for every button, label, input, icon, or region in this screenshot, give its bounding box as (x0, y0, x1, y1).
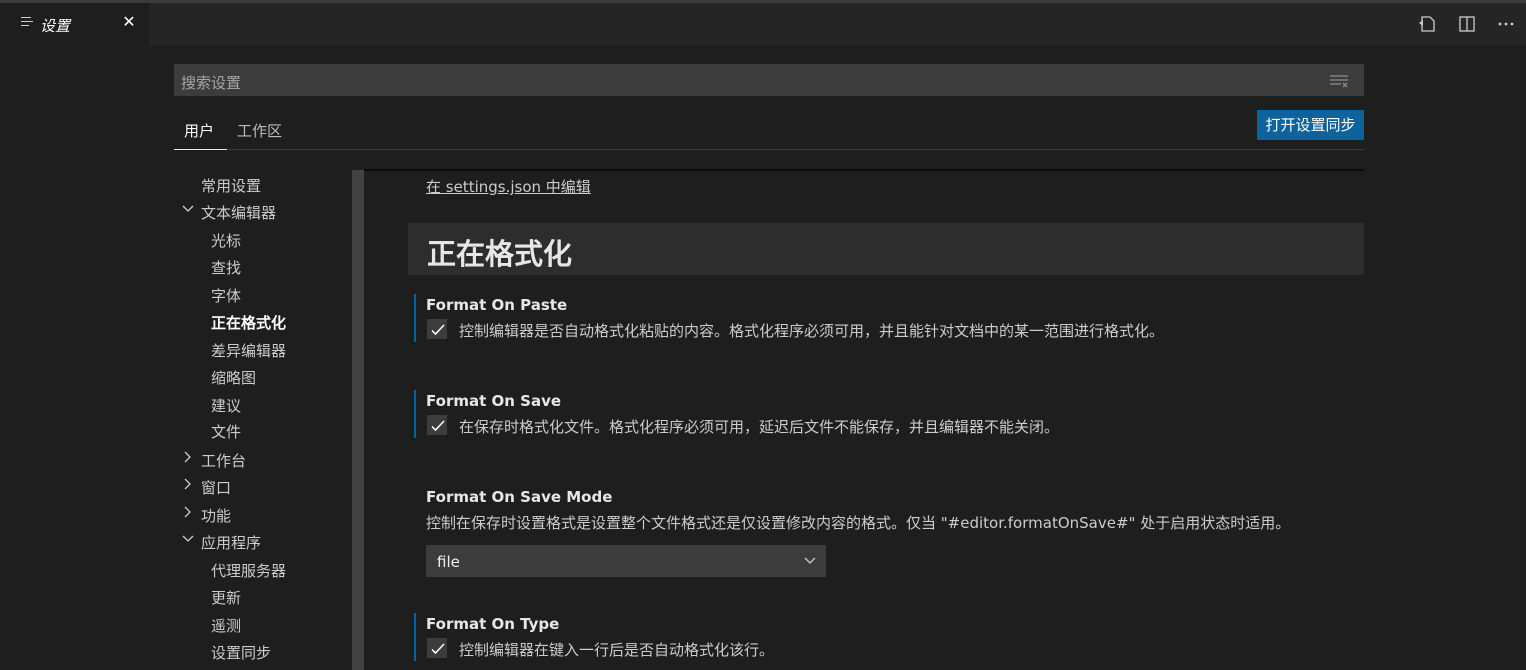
toc-item-proxy[interactable]: 代理服务器 (211, 560, 286, 581)
focus-indicator (414, 613, 416, 661)
format-on-type-checkbox[interactable] (427, 638, 447, 658)
format-on-save-mode-select[interactable]: file (426, 545, 826, 577)
section-header: 正在格式化 (408, 223, 1364, 275)
editor-tab-bar: 设置 ✕ (0, 0, 1526, 46)
tab-workspace[interactable]: 工作区 (237, 120, 282, 150)
setting-title: Format On Save (426, 392, 562, 410)
setting-title: Format On Type (426, 615, 560, 633)
chevron-right-icon[interactable] (181, 505, 195, 523)
setting-description: 在保存时格式化文件。格式化程序必须可用，延迟后文件不能保存，并且编辑器不能关闭。 (459, 418, 1060, 436)
more-icon[interactable] (1496, 14, 1516, 34)
tab-user[interactable]: 用户 (174, 120, 227, 150)
toc-item-minimap[interactable]: 缩略图 (211, 367, 256, 388)
settings-toc: 常用设置 文本编辑器 光标 查找 字体 正在格式化 差异编辑器 缩略图 建议 文… (174, 170, 352, 670)
toc-item-suggestions[interactable]: 建议 (211, 395, 241, 416)
chevron-right-icon[interactable] (181, 477, 195, 495)
check-icon (431, 324, 445, 336)
tab-title: 设置 (40, 17, 71, 35)
toc-item-font[interactable]: 字体 (211, 285, 241, 306)
tab-settings[interactable]: 设置 ✕ (0, 3, 149, 46)
focus-indicator (414, 390, 416, 438)
toc-item-workbench[interactable]: 工作台 (201, 450, 246, 471)
setting-title: Format On Paste (426, 296, 568, 314)
toc-item-common[interactable]: 常用设置 (201, 175, 261, 196)
filter-icon[interactable] (1330, 73, 1350, 88)
toc-item-settings-sync[interactable]: 设置同步 (211, 642, 271, 663)
search-placeholder: 搜索设置 (181, 74, 242, 92)
open-settings-sync-button[interactable]: 打开设置同步 (1257, 110, 1364, 140)
open-json-icon[interactable] (1417, 14, 1437, 34)
chevron-right-icon[interactable] (181, 450, 195, 468)
search-settings-input[interactable]: 搜索设置 (174, 64, 1364, 96)
close-icon[interactable]: ✕ (119, 12, 139, 32)
focus-indicator (414, 294, 416, 342)
toc-item-telemetry[interactable]: 遥测 (211, 615, 241, 636)
check-icon (431, 420, 445, 432)
split-editor-icon[interactable] (1457, 14, 1477, 34)
toc-item-application[interactable]: 应用程序 (201, 532, 261, 553)
toc-item-files[interactable]: 文件 (211, 421, 241, 442)
format-on-paste-checkbox[interactable] (427, 319, 447, 339)
chevron-down-icon (803, 553, 817, 567)
toc-item-formatting[interactable]: 正在格式化 (211, 312, 286, 333)
edit-in-settings-json-link[interactable]: 在 settings.json 中编辑 (426, 176, 591, 197)
select-value: file (437, 553, 460, 571)
settings-content: 在 settings.json 中编辑 正在格式化 Format On Past… (364, 170, 1364, 670)
toc-item-diff-editor[interactable]: 差异编辑器 (211, 340, 286, 361)
setting-description: 控制在保存时设置格式是设置整个文件格式还是仅设置修改内容的格式。仅当 "#edi… (426, 514, 1291, 532)
setting-description: 控制编辑器在键入一行后是否自动格式化该行。 (459, 641, 775, 659)
chevron-down-icon[interactable] (181, 532, 195, 550)
toc-item-text-editor[interactable]: 文本编辑器 (201, 202, 276, 223)
setting-description: 控制编辑器是否自动格式化粘贴的内容。格式化程序必须可用，并且能针对文档中的某一范… (459, 322, 1165, 340)
toc-item-features[interactable]: 功能 (201, 505, 231, 526)
toc-item-window[interactable]: 窗口 (201, 477, 231, 498)
toc-item-cursor[interactable]: 光标 (211, 230, 241, 251)
chevron-down-icon[interactable] (181, 202, 195, 220)
check-icon (431, 643, 445, 655)
setting-title: Format On Save Mode (426, 488, 613, 506)
menu-lines-icon (21, 17, 33, 29)
toc-scrollbar[interactable] (352, 170, 364, 670)
settings-scope-tabs: 用户 工作区 (174, 112, 1364, 150)
format-on-save-checkbox[interactable] (427, 415, 447, 435)
section-title: 正在格式化 (427, 237, 573, 271)
toc-item-update[interactable]: 更新 (211, 587, 241, 608)
toc-item-find[interactable]: 查找 (211, 257, 241, 278)
